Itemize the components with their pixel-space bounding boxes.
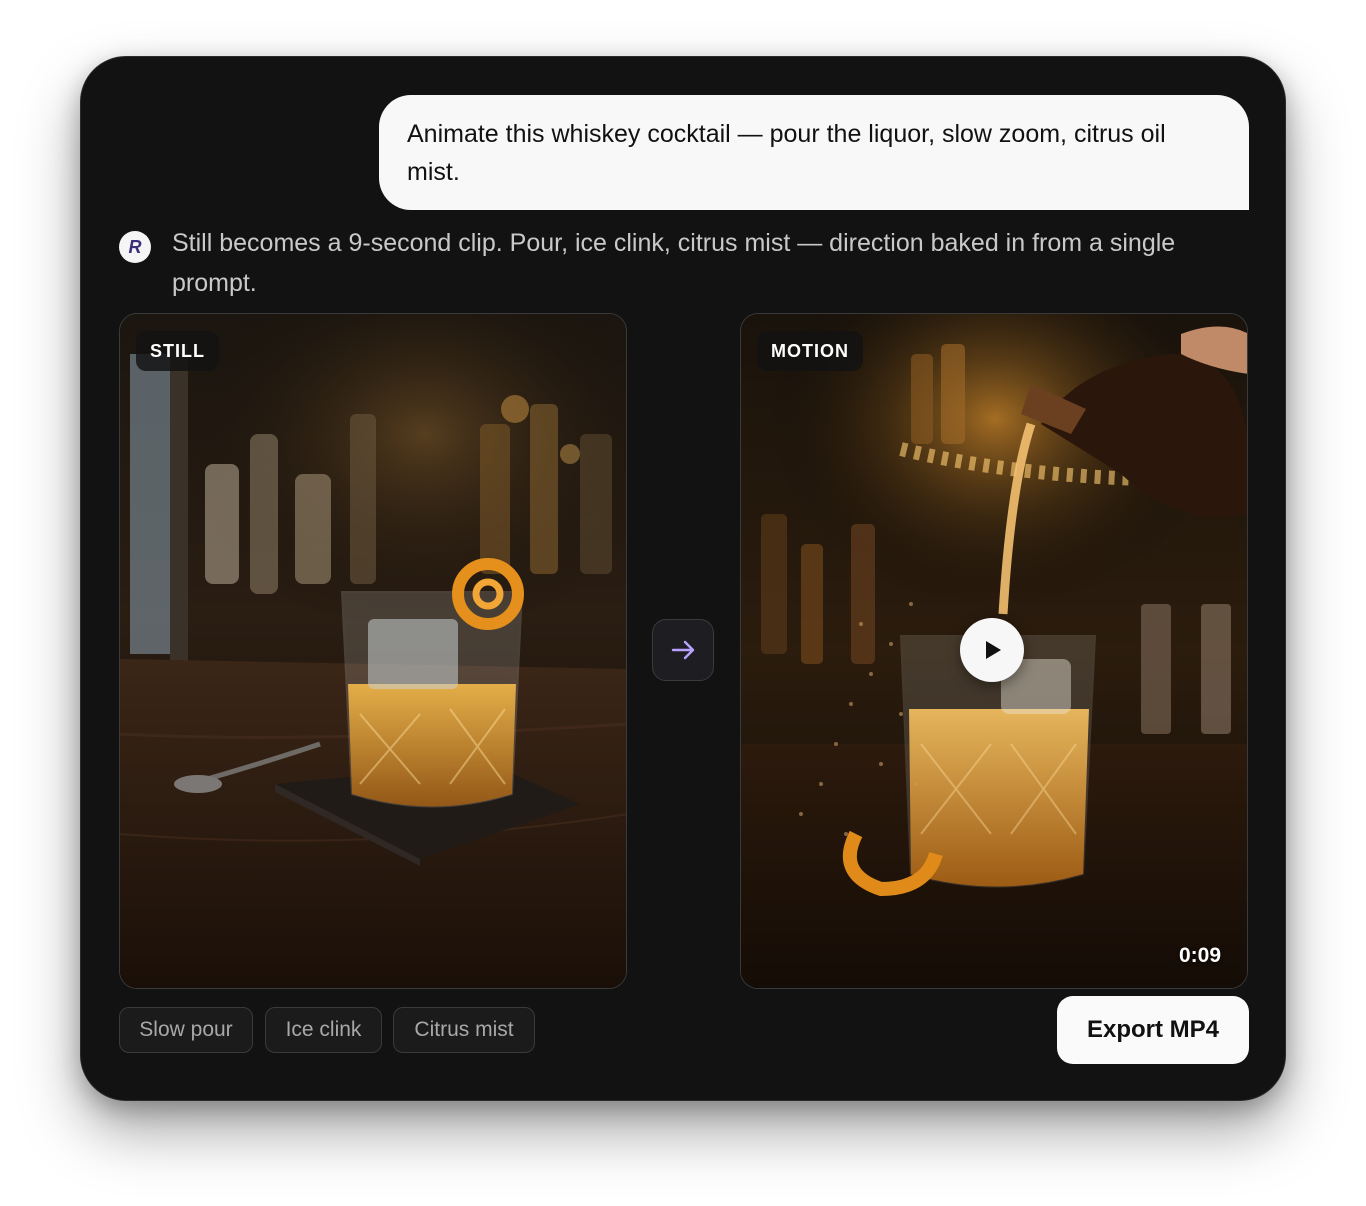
still-tag: STILL [136,331,219,371]
chip-ice-clink[interactable]: Ice clink [265,1007,382,1053]
export-mp4-button[interactable]: Export MP4 [1057,996,1249,1064]
motion-tag: MOTION [757,331,863,371]
transform-arrow [652,619,714,681]
chip-slow-pour[interactable]: Slow pour [119,1007,253,1053]
play-icon[interactable] [960,618,1024,682]
motion-video-panel[interactable]: MOTION 0:09 [740,313,1248,989]
chip-citrus-mist[interactable]: Citrus mist [393,1007,535,1053]
assistant-message-text: Still becomes a 9-second clip. Pour, ice… [172,229,1176,297]
arrow-right-icon [671,640,695,660]
chat-card: Animate this whiskey cocktail — pour the… [80,56,1286,1101]
user-message-text: Animate this whiskey cocktail — pour the… [407,120,1166,186]
video-duration: 0:09 [1178,944,1221,967]
user-message-bubble: Animate this whiskey cocktail — pour the… [379,95,1249,210]
assistant-avatar: R [119,231,151,263]
still-whiskey-image [120,314,626,988]
still-image-panel[interactable]: STILL [119,313,627,989]
